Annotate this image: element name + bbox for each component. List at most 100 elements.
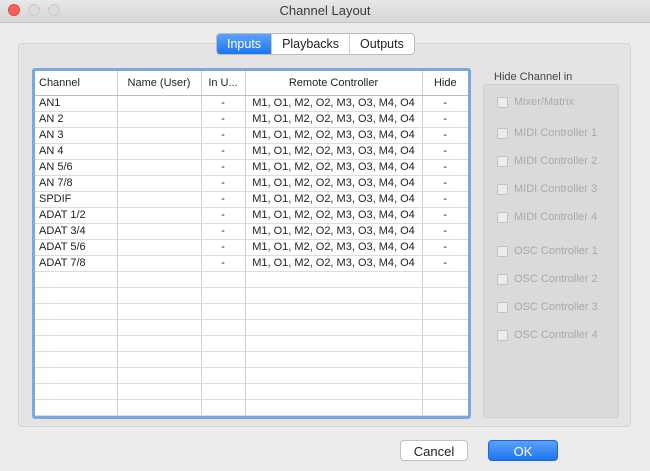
cell-hide: -	[422, 223, 468, 240]
cell-channel: ADAT 5/6	[35, 239, 118, 256]
cell-remote-controller	[245, 383, 423, 400]
table-row[interactable]	[35, 351, 468, 368]
cell-name-user	[117, 191, 202, 208]
hide-option-midi-controller-2[interactable]: MIDI Controller 2	[497, 155, 597, 167]
checkbox[interactable]	[497, 245, 508, 257]
table-row[interactable]: AN 2 - M1, O1, M2, O2, M3, O3, M4, O4-	[35, 111, 468, 128]
cell-hide	[422, 271, 468, 288]
tab-inputs[interactable]: Inputs	[217, 34, 272, 54]
cell-remote-controller	[245, 303, 423, 320]
tab-playbacks[interactable]: Playbacks	[271, 34, 349, 54]
cell-hide	[422, 287, 468, 304]
cell-hide: -	[422, 255, 468, 272]
column-header-remote-controller[interactable]: Remote Controller	[245, 71, 423, 96]
cell-name-user	[117, 223, 202, 240]
cell-hide: -	[422, 127, 468, 144]
channel-table[interactable]: Channel Name (User) In U... Remote Contr…	[32, 68, 471, 419]
table-row[interactable]: ADAT 7/8 - M1, O1, M2, O2, M3, O3, M4, O4-	[35, 255, 468, 272]
checkbox[interactable]	[497, 301, 508, 313]
hide-option-midi-controller-4[interactable]: MIDI Controller 4	[497, 211, 597, 223]
cell-remote-controller: M1, O1, M2, O2, M3, O3, M4, O4	[245, 239, 423, 256]
hide-channel-label: Hide Channel in	[494, 71, 573, 83]
table-row[interactable]: AN 5/6 - M1, O1, M2, O2, M3, O3, M4, O4-	[35, 159, 468, 176]
hide-option-osc-controller-1[interactable]: OSC Controller 1	[497, 245, 598, 257]
cell-hide	[422, 335, 468, 352]
table-row[interactable]	[35, 303, 468, 320]
cell-hide: -	[422, 175, 468, 192]
hide-option-mixer-matrix[interactable]: Mixer/Matrix	[497, 96, 574, 108]
cell-name-user	[117, 335, 202, 352]
cell-channel: AN1	[35, 95, 118, 112]
cell-remote-controller	[245, 271, 423, 288]
ok-button[interactable]: OK	[488, 440, 558, 461]
table-row[interactable]: ADAT 3/4 - M1, O1, M2, O2, M3, O3, M4, O4-	[35, 223, 468, 240]
cell-remote-controller	[245, 367, 423, 384]
hide-option-midi-controller-3[interactable]: MIDI Controller 3	[497, 183, 597, 195]
table-row[interactable]: SPDIF - M1, O1, M2, O2, M3, O3, M4, O4-	[35, 191, 468, 208]
table-row[interactable]	[35, 399, 468, 416]
table-row[interactable]: ADAT 5/6 - M1, O1, M2, O2, M3, O3, M4, O4-	[35, 239, 468, 256]
column-header-name-user[interactable]: Name (User)	[117, 71, 202, 96]
cell-remote-controller: M1, O1, M2, O2, M3, O3, M4, O4	[245, 111, 423, 128]
cell-hide: -	[422, 143, 468, 160]
checkbox[interactable]	[497, 329, 508, 341]
checkbox[interactable]	[497, 127, 508, 139]
cell-in-use: -	[201, 127, 246, 144]
cell-remote-controller: M1, O1, M2, O2, M3, O3, M4, O4	[245, 95, 423, 112]
option-label: OSC Controller 4	[514, 329, 598, 341]
checkbox[interactable]	[497, 155, 508, 167]
cell-hide	[422, 383, 468, 400]
cell-channel: AN 7/8	[35, 175, 118, 192]
table-row[interactable]	[35, 319, 468, 336]
cell-channel: SPDIF	[35, 191, 118, 208]
table-header-row: Channel Name (User) In U... Remote Contr…	[35, 71, 468, 96]
cell-in-use	[201, 367, 246, 384]
table-row[interactable]	[35, 383, 468, 400]
checkbox[interactable]	[497, 183, 508, 195]
table-row[interactable]: AN 7/8 - M1, O1, M2, O2, M3, O3, M4, O4-	[35, 175, 468, 192]
checkbox[interactable]	[497, 96, 508, 108]
hide-option-osc-controller-2[interactable]: OSC Controller 2	[497, 273, 598, 285]
cell-hide: -	[422, 207, 468, 224]
cell-channel: ADAT 3/4	[35, 223, 118, 240]
cell-remote-controller: M1, O1, M2, O2, M3, O3, M4, O4	[245, 223, 423, 240]
hide-option-osc-controller-4[interactable]: OSC Controller 4	[497, 329, 598, 341]
channel-table-body: AN1- M1, O1, M2, O2, M3, O3, M4, O4- AN 2-…	[35, 95, 468, 416]
column-header-channel[interactable]: Channel	[35, 71, 118, 96]
column-header-in-use[interactable]: In U...	[201, 71, 246, 96]
cell-remote-controller	[245, 319, 423, 336]
cell-remote-controller: M1, O1, M2, O2, M3, O3, M4, O4	[245, 255, 423, 272]
option-label: MIDI Controller 4	[514, 211, 598, 223]
table-row[interactable]	[35, 287, 468, 304]
cell-in-use: -	[201, 223, 246, 240]
table-row[interactable]: AN1 - M1, O1, M2, O2, M3, O3, M4, O4-	[35, 95, 468, 112]
cell-channel	[35, 335, 118, 352]
table-row[interactable]	[35, 271, 468, 288]
checkbox[interactable]	[497, 273, 508, 285]
tab-outputs[interactable]: Outputs	[349, 34, 414, 54]
cell-in-use: -	[201, 255, 246, 272]
option-label: OSC Controller 2	[514, 273, 598, 285]
cell-hide	[422, 319, 468, 336]
cell-channel	[35, 287, 118, 304]
table-row[interactable]	[35, 367, 468, 384]
option-label: MIDI Controller 2	[514, 155, 598, 167]
table-row[interactable]: AN 3 - M1, O1, M2, O2, M3, O3, M4, O4-	[35, 127, 468, 144]
option-label: Mixer/Matrix	[514, 96, 574, 108]
cell-channel: AN 2	[35, 111, 118, 128]
cell-in-use	[201, 303, 246, 320]
column-header-hide[interactable]: Hide	[422, 71, 468, 96]
cancel-button[interactable]: Cancel	[400, 440, 468, 461]
table-row[interactable]: AN 4 - M1, O1, M2, O2, M3, O3, M4, O4-	[35, 143, 468, 160]
cell-name-user	[117, 319, 202, 336]
checkbox[interactable]	[497, 211, 508, 223]
cell-remote-controller: M1, O1, M2, O2, M3, O3, M4, O4	[245, 127, 423, 144]
cell-channel	[35, 303, 118, 320]
cell-remote-controller: M1, O1, M2, O2, M3, O3, M4, O4	[245, 207, 423, 224]
table-row[interactable]	[35, 335, 468, 352]
cell-hide: -	[422, 191, 468, 208]
hide-option-osc-controller-3[interactable]: OSC Controller 3	[497, 301, 598, 313]
table-row[interactable]: ADAT 1/2 - M1, O1, M2, O2, M3, O3, M4, O4-	[35, 207, 468, 224]
hide-option-midi-controller-1[interactable]: MIDI Controller 1	[497, 127, 597, 139]
cell-channel	[35, 383, 118, 400]
